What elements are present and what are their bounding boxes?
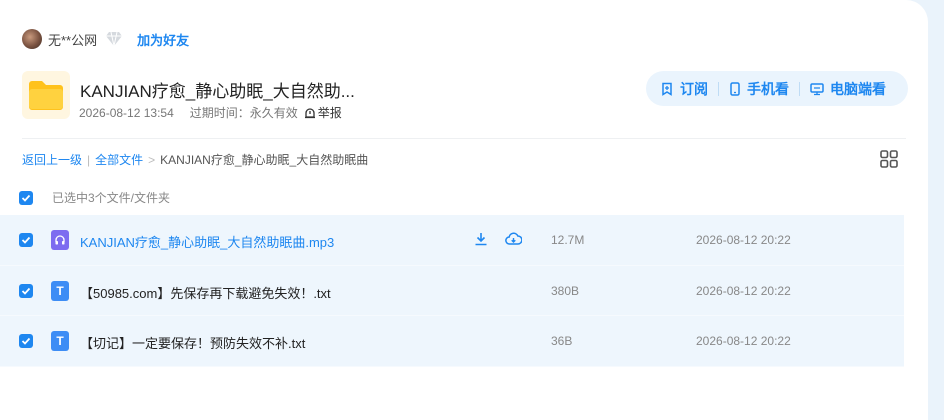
file-checkbox[interactable] [19,233,33,247]
created-time: 2026-08-12 13:54 [79,105,174,120]
check-icon [21,338,31,345]
check-icon [21,287,31,295]
desktop-view-label: 电脑端看 [830,80,886,97]
report-label: 举报 [317,106,342,120]
file-date: 2026-08-12 20:22 [696,283,791,298]
user-name[interactable]: 无**公网 [48,30,97,49]
file-list: KANJIAN疗愈_静心助眠_大自然助眠曲.mp3 12.7M 2026-08-… [0,215,904,367]
all-files-link[interactable]: 全部文件 [95,151,143,168]
folder-icon [22,71,70,119]
text-file-icon: T [51,331,69,352]
grid-view-icon[interactable] [879,149,899,169]
file-name[interactable]: 【切记】一定要保存！预防失效不补.txt [80,333,305,352]
subscribe-button[interactable]: 订阅 [660,79,708,99]
select-all-checkbox[interactable] [19,190,33,205]
breadcrumb-bar: | [87,152,91,167]
desktop-view-button[interactable]: 电脑端看 [810,79,886,99]
breadcrumb: 返回上一级 | 全部文件 > KANJIAN疗愈_静心助眠_大自然助眠曲 [22,151,368,168]
select-all-row: 已选中3个文件/文件夹 [19,189,170,206]
audio-icon [51,230,69,250]
mobile-view-label: 手机看 [747,80,789,97]
back-link[interactable]: 返回上一级 [22,151,82,168]
subscribe-label: 订阅 [680,80,708,97]
file-row[interactable]: T 【50985.com】先保存再下载避免失效！.txt 380B 2026-0… [0,265,904,317]
file-row[interactable]: KANJIAN疗愈_静心助眠_大自然助眠曲.mp3 12.7M 2026-08-… [0,215,904,266]
view-actions: 订阅 手机看 电脑端看 [646,71,908,106]
phone-icon [730,81,740,96]
sharer-info: 无**公网 加为好友 [22,28,189,50]
avatar[interactable] [22,29,42,49]
add-friend-link[interactable]: 加为好友 [137,30,189,49]
file-date: 2026-08-12 20:22 [696,334,791,349]
action-divider [799,81,800,96]
text-file-icon: T [51,280,69,301]
file-name[interactable]: KANJIAN疗愈_静心助眠_大自然助眠曲.mp3 [80,232,334,251]
current-folder: KANJIAN疗愈_静心助眠_大自然助眠曲 [160,153,369,167]
page-scroll-area [928,0,944,420]
monitor-icon [810,82,824,95]
check-icon [21,236,31,244]
bookmark-icon [662,82,672,96]
file-size: 36B [551,334,573,349]
file-checkbox[interactable] [19,283,33,298]
folder-meta: 2026-08-12 13:54 过期时间：永久有效 举报 [79,104,374,121]
share-card: 无**公网 加为好友 KANJIAN疗愈_静心助眠_大自然助... 2026-0… [0,0,928,420]
selection-count: 已选中3个文件/文件夹 [52,191,171,205]
folder-title: KANJIAN疗愈_静心助眠_大自然助... [80,82,355,101]
report-button[interactable]: 举报 [304,104,358,121]
mobile-view-button[interactable]: 手机看 [729,79,789,99]
save-to-cloud-icon[interactable] [505,231,523,247]
check-icon [21,194,31,202]
expire-time: 过期时间：永久有效 [189,106,298,120]
report-icon [304,107,315,118]
file-checkbox[interactable] [19,334,33,349]
diamond-icon [105,31,123,47]
file-size: 12.7M [551,233,585,247]
file-name[interactable]: 【50985.com】先保存再下载避免失效！.txt [80,283,331,302]
file-row[interactable]: T 【切记】一定要保存！预防失效不补.txt 36B 2026-08-12 20… [0,316,904,367]
action-divider [718,81,719,96]
file-date: 2026-08-12 20:22 [696,233,791,247]
file-size: 380B [551,283,580,298]
download-icon[interactable] [473,231,489,247]
breadcrumb-separator: > [148,152,156,167]
header-divider [22,138,906,139]
